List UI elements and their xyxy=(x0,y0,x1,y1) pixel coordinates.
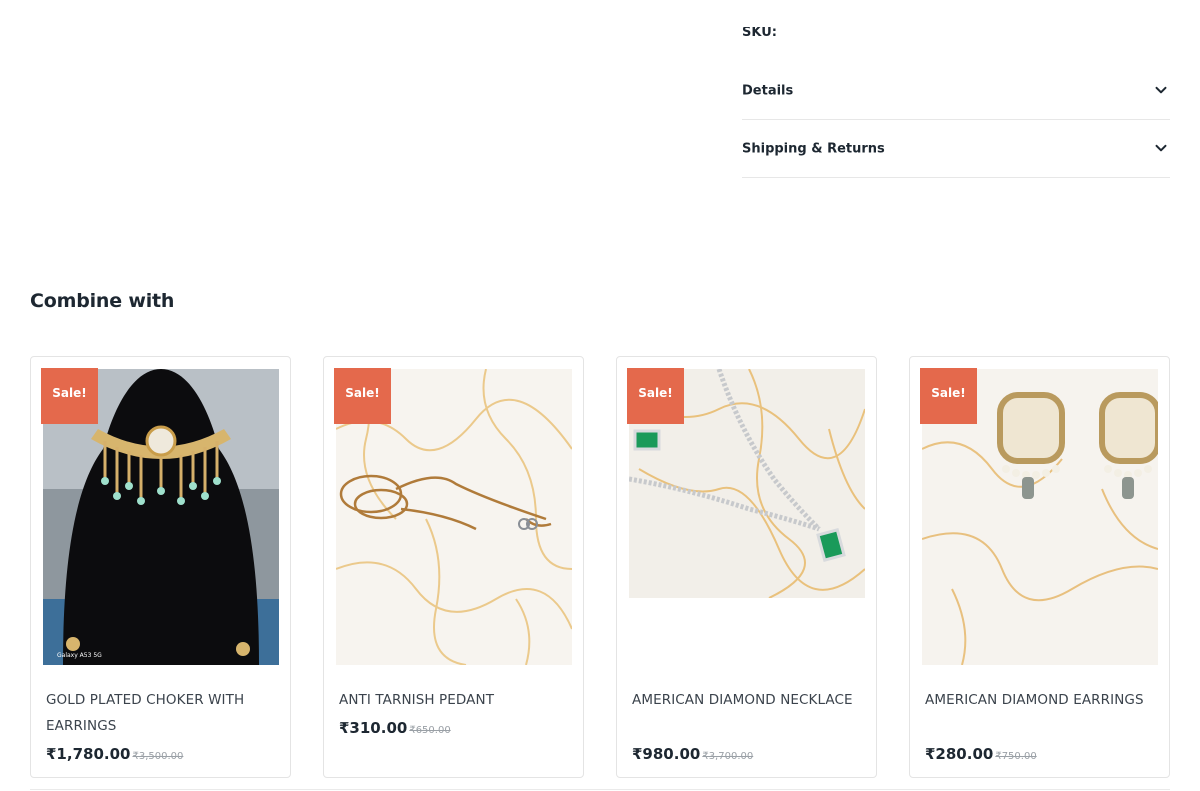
original-price: ₹3,700.00 xyxy=(702,751,754,762)
product-price: ₹980.00 ₹3,700.00 xyxy=(632,744,753,763)
sku-label: SKU: xyxy=(742,27,777,40)
product-card[interactable]: Galaxy A53 5G Sale! GOLD PLATED CHOKER W… xyxy=(30,356,291,778)
image-watermark: Galaxy A53 5G xyxy=(57,652,102,659)
chevron-down-icon[interactable] xyxy=(1154,141,1168,155)
accordion-shipping-returns[interactable]: Shipping & Returns xyxy=(742,120,1170,178)
current-price: ₹310.00 xyxy=(339,719,408,737)
accordion-shipping-label: Shipping & Returns xyxy=(742,141,885,156)
accordion-details-label: Details xyxy=(742,83,794,98)
chevron-down-icon[interactable] xyxy=(1154,83,1168,97)
sale-badge: Sale! xyxy=(627,368,684,424)
sale-badge: Sale! xyxy=(41,368,98,424)
original-price: ₹750.00 xyxy=(995,751,1037,762)
product-price: ₹310.00 ₹650.00 xyxy=(339,718,451,737)
accordion-details[interactable]: Details xyxy=(742,62,1170,120)
original-price: ₹3,500.00 xyxy=(132,751,184,762)
product-card[interactable]: Sale! AMERICAN DIAMOND NECKLACE ₹980.00 ₹… xyxy=(616,356,877,778)
sale-badge: Sale! xyxy=(920,368,977,424)
product-price: ₹1,780.00 ₹3,500.00 xyxy=(46,744,183,763)
section-title: Combine with xyxy=(30,290,175,312)
product-name[interactable]: GOLD PLATED CHOKER WITH EARRINGS xyxy=(46,687,271,739)
section-divider xyxy=(30,789,1170,790)
current-price: ₹980.00 xyxy=(632,745,701,763)
product-card[interactable]: Sale! AMERICAN DIAMOND EARRINGS ₹280.00 ₹… xyxy=(909,356,1170,778)
current-price: ₹280.00 xyxy=(925,745,994,763)
product-name[interactable]: ANTI TARNISH PEDANT xyxy=(339,687,564,713)
product-card[interactable]: Sale! ANTI TARNISH PEDANT ₹310.00 ₹650.00 xyxy=(323,356,584,778)
product-name[interactable]: AMERICAN DIAMOND EARRINGS xyxy=(925,687,1150,713)
current-price: ₹1,780.00 xyxy=(46,745,131,763)
product-name[interactable]: AMERICAN DIAMOND NECKLACE xyxy=(632,687,857,713)
original-price: ₹650.00 xyxy=(409,725,451,736)
product-price: ₹280.00 ₹750.00 xyxy=(925,744,1037,763)
sale-badge: Sale! xyxy=(334,368,391,424)
